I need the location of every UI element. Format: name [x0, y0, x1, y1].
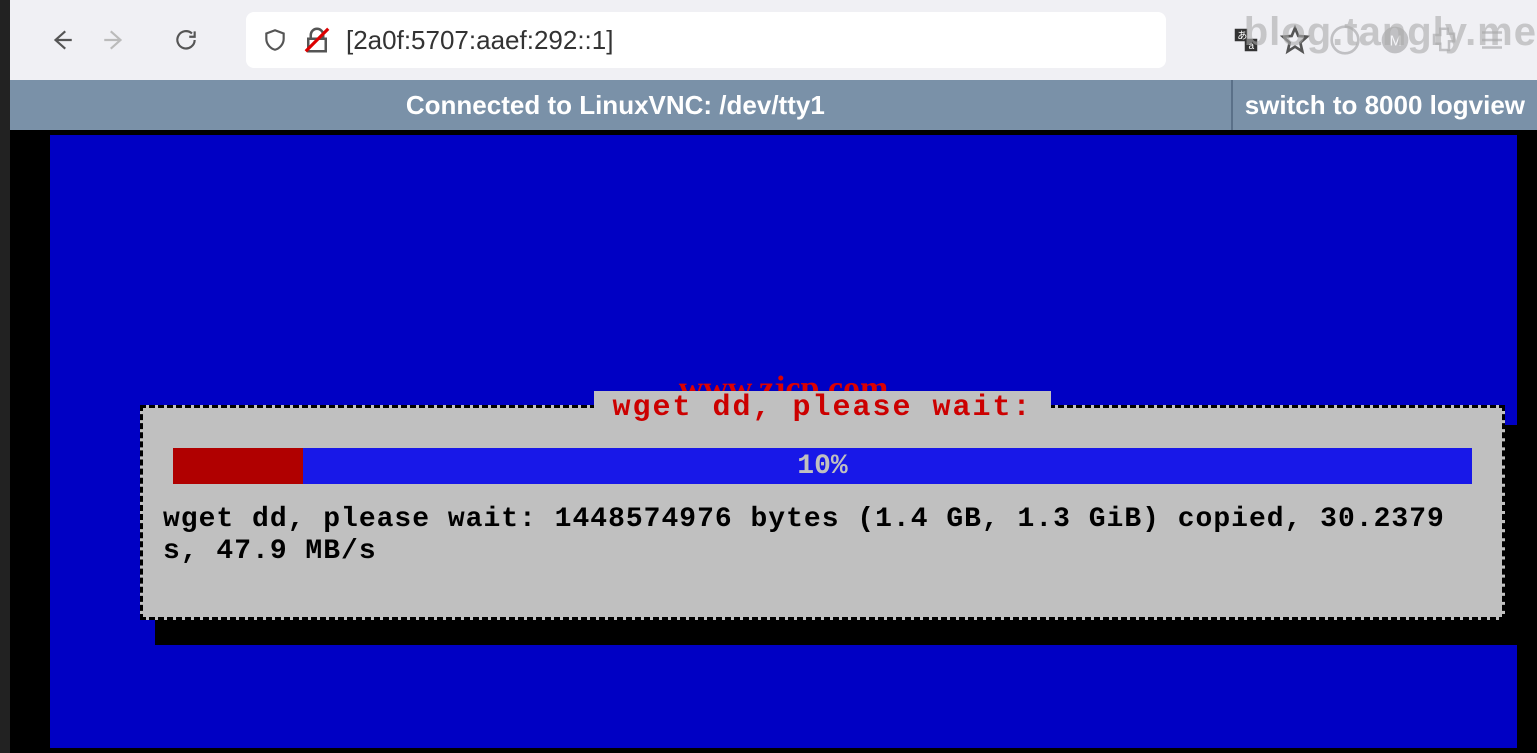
shield-icon: [262, 27, 288, 53]
lock-insecure-icon: [302, 25, 332, 55]
progress-dialog: wget dd, please wait: 10% wget dd, pleas…: [140, 405, 1505, 620]
vnc-title: Connected to LinuxVNC: /dev/tty1: [0, 90, 1231, 121]
back-button[interactable]: [40, 18, 84, 62]
progress-percent: 10%: [797, 451, 847, 482]
vnc-header: Connected to LinuxVNC: /dev/tty1 switch …: [0, 80, 1537, 130]
address-bar[interactable]: [2a0f:5707:aaef:292::1]: [246, 12, 1166, 68]
reload-icon: [173, 27, 199, 53]
left-strip: [0, 0, 10, 753]
forward-button[interactable]: [92, 18, 136, 62]
progress-bar: 10%: [173, 448, 1472, 484]
reload-button[interactable]: [164, 18, 208, 62]
watermark-blog: blog.tangly.me: [1244, 10, 1537, 55]
vnc-viewport: www.zjcp.com wget dd, please wait: 10% w…: [0, 130, 1537, 753]
arrow-right-icon: [101, 27, 127, 53]
progress-fill: [173, 448, 303, 484]
status-text: wget dd, please wait: 1448574976 bytes (…: [163, 504, 1482, 568]
console-screen[interactable]: www.zjcp.com wget dd, please wait: 10% w…: [50, 135, 1517, 748]
arrow-left-icon: [49, 27, 75, 53]
vnc-switch-button[interactable]: switch to 8000 logview: [1231, 80, 1537, 130]
dialog-title: wget dd, please wait:: [594, 391, 1050, 425]
url-text: [2a0f:5707:aaef:292::1]: [346, 25, 613, 56]
